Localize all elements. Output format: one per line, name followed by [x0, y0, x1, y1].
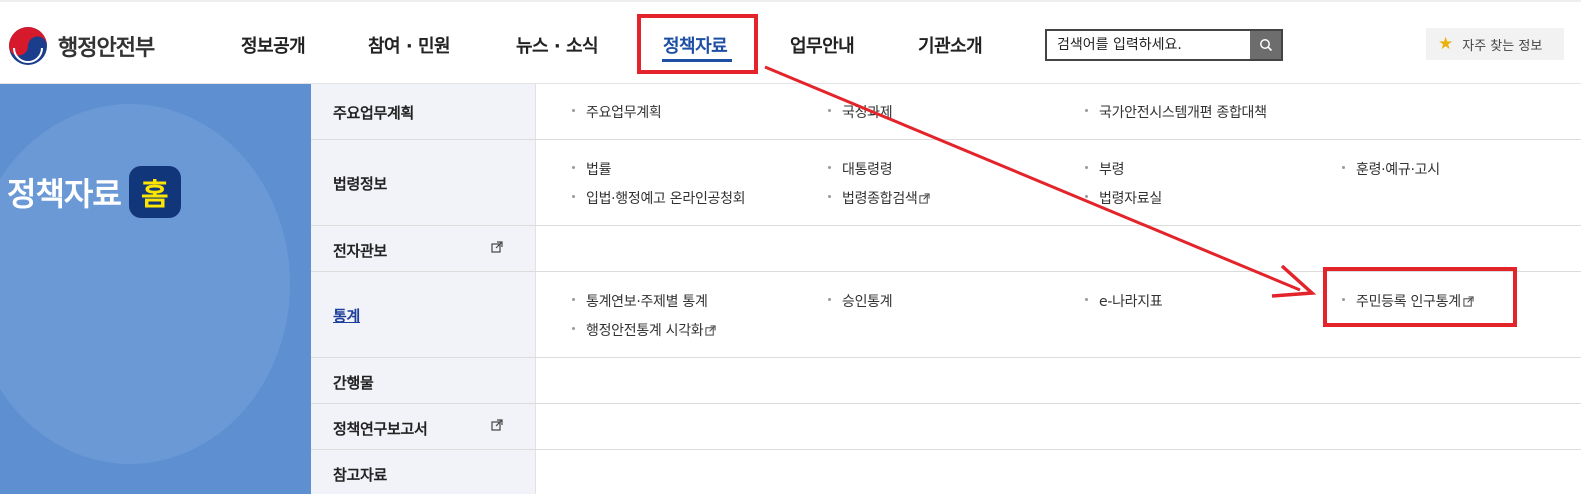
row-label-statistics[interactable]: 통계: [333, 305, 360, 326]
annotation-box-policy-data: [637, 14, 758, 74]
sub-item-statistics-yearbook[interactable]: 통계연보·주제별 통계: [572, 291, 708, 311]
sub-item-e-nara-index[interactable]: e-나라지표: [1085, 291, 1163, 311]
sub-item-label: e-나라지표: [1099, 294, 1163, 310]
sub-item-label: 주요업무계획: [586, 105, 662, 121]
menu-row-e-gazette: 전자관보: [311, 226, 1581, 272]
sub-item-law-archive[interactable]: 법령자료실: [1085, 188, 1162, 208]
annotation-box-population-stats: [1323, 267, 1517, 327]
site-logo[interactable]: 행정안전부: [8, 26, 155, 66]
sub-item-major-plans[interactable]: 주요업무계획: [572, 102, 662, 122]
sub-item-ministerial-decree[interactable]: 부령: [1085, 159, 1124, 179]
menu-row-law-info: 법령정보 법률 대통령령 부령 훈령·예규·고시 입법·행정예고 온라인공청회 …: [311, 140, 1581, 226]
sub-item-label: 행정안전통계 시각화: [586, 323, 704, 339]
sub-item-label: 부령: [1099, 162, 1125, 178]
row-head: 참고자료: [311, 450, 536, 494]
external-link-icon: [491, 419, 503, 431]
menu-row-publications: 간행물: [311, 358, 1581, 404]
menu-row-policy-research: 정책연구보고서: [311, 404, 1581, 450]
sub-item-label: 승인통계: [842, 294, 893, 310]
nav-item-info-disclosure[interactable]: 정보공개: [241, 32, 306, 58]
nav-item-news[interactable]: 뉴스 · 소식: [516, 32, 599, 58]
search-button[interactable]: [1250, 31, 1281, 59]
logo-text: 행정안전부: [58, 36, 155, 61]
menu-row-major-plans: 주요업무계획 주요업무계획 국정과제 국가안전시스템개편 종합대책: [311, 84, 1581, 140]
sub-item-label: 법령자료실: [1099, 191, 1162, 207]
sub-item-approved-statistics[interactable]: 승인통계: [828, 291, 893, 311]
sub-item-national-tasks[interactable]: 국정과제: [828, 102, 893, 122]
sub-item-label: 통계연보·주제별 통계: [586, 294, 708, 310]
sub-item-statistics-visualization[interactable]: 행정안전통계 시각화: [572, 320, 717, 340]
row-head: 통계: [311, 272, 536, 357]
row-head: 정책연구보고서: [311, 404, 536, 449]
row-label-policy-research[interactable]: 정책연구보고서: [333, 418, 428, 439]
side-panel: 정책자료 홈: [0, 84, 311, 494]
sub-item-label: 법률: [586, 162, 612, 178]
sub-item-directives[interactable]: 훈령·예규·고시: [1342, 159, 1440, 179]
search-box: [1045, 29, 1283, 61]
favorites-label: 자주 찾는 정보: [1462, 38, 1543, 54]
row-head: 간행물: [311, 358, 536, 403]
favorites-button[interactable]: ★ 자주 찾는 정보: [1426, 28, 1564, 60]
sub-item-label: 입법·행정예고 온라인공청회: [586, 191, 746, 207]
row-label-references[interactable]: 참고자료: [333, 464, 387, 485]
menu-row-references: 참고자료: [311, 450, 1581, 494]
sub-item-laws[interactable]: 법률: [572, 159, 611, 179]
sub-item-label: 대통령령: [842, 162, 893, 178]
external-link-icon: [919, 192, 931, 204]
side-panel-title: 정책자료 홈: [7, 166, 181, 218]
row-label-publications[interactable]: 간행물: [333, 372, 374, 393]
header: 행정안전부 정보공개 참여 · 민원 뉴스 · 소식 정책자료 업무안내 기관소…: [0, 0, 1581, 84]
sub-item-legislative-notice[interactable]: 입법·행정예고 온라인공청회: [572, 188, 746, 208]
sub-item-label: 법령종합검색: [842, 191, 918, 207]
logo-emblem: [9, 27, 47, 65]
row-head: 법령정보: [311, 140, 536, 225]
sub-item-label: 국가안전시스템개편 종합대책: [1099, 105, 1267, 121]
external-link-icon: [491, 241, 503, 253]
row-label-major-plans[interactable]: 주요업무계획: [333, 102, 414, 123]
home-badge[interactable]: 홈: [128, 166, 181, 218]
sub-item-safety-system-reform[interactable]: 국가안전시스템개편 종합대책: [1085, 102, 1267, 122]
search-icon: [1259, 39, 1272, 52]
sub-item-law-search[interactable]: 법령종합검색: [828, 188, 931, 208]
search-input[interactable]: [1047, 31, 1251, 59]
external-link-icon: [705, 324, 717, 336]
sub-item-label: 훈령·예규·고시: [1356, 162, 1440, 178]
nav-item-participation[interactable]: 참여 · 민원: [368, 32, 451, 58]
row-head: 전자관보: [311, 226, 536, 271]
sub-item-label: 국정과제: [842, 105, 893, 121]
row-label-e-gazette[interactable]: 전자관보: [333, 240, 387, 261]
row-label-law-info[interactable]: 법령정보: [333, 173, 387, 194]
side-panel-decoration: [0, 104, 290, 464]
nav-item-about[interactable]: 기관소개: [918, 32, 983, 58]
row-head: 주요업무계획: [311, 84, 536, 139]
nav-item-work-guide[interactable]: 업무안내: [790, 32, 855, 58]
side-title-text: 정책자료: [7, 175, 122, 213]
star-icon: ★: [1438, 34, 1454, 54]
sub-item-presidential-decree[interactable]: 대통령령: [828, 159, 893, 179]
